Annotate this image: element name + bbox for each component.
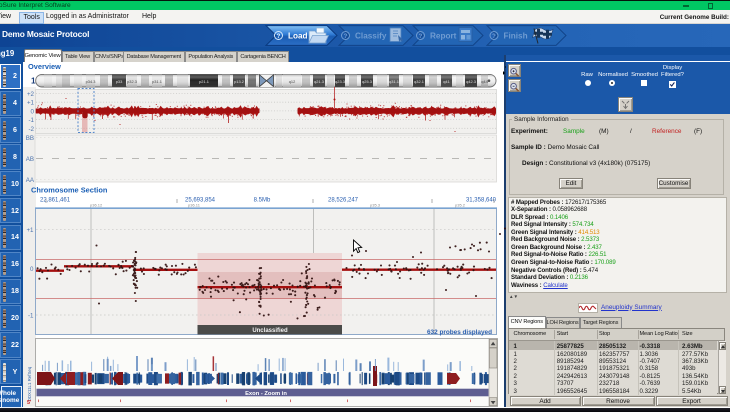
svg-text:p34.3: p34.3: [86, 79, 96, 84]
svg-text:q42.3: q42.3: [466, 79, 476, 84]
svg-text:-2: -2: [28, 126, 34, 133]
svg-text:5': 5': [27, 400, 32, 406]
svg-text:8.5Mb: 8.5Mb: [254, 198, 271, 204]
svg-text:p31.1: p31.1: [152, 79, 162, 84]
svg-text:0: 0: [31, 108, 35, 115]
svg-text:q23.3: q23.3: [335, 79, 345, 84]
svg-text:28,526,247: 28,526,247: [328, 198, 359, 204]
svg-text:q21.3: q21.3: [314, 79, 324, 84]
svg-text:0: 0: [30, 266, 34, 273]
svg-text:Report: Report: [430, 32, 457, 41]
svg-text:q25.3: q25.3: [362, 79, 372, 84]
svg-text:Exon - Zoom in: Exon - Zoom in: [245, 391, 287, 397]
svg-text:Unclassified: Unclassified: [252, 328, 288, 334]
svg-text:q32.1: q32.1: [414, 79, 424, 84]
svg-text:Finish: Finish: [504, 32, 528, 41]
svg-text:p35.3: p35.3: [370, 203, 381, 208]
svg-text:p33: p33: [116, 79, 123, 84]
svg-text:p32.3: p32.3: [127, 79, 137, 84]
svg-text:Classify: Classify: [355, 32, 387, 41]
svg-text:p36.12: p36.12: [90, 203, 103, 208]
svg-text:+1: +1: [27, 100, 35, 107]
svg-text:DDX11L1 RefSeq: DDX11L1 RefSeq: [27, 366, 32, 401]
svg-text:?: ?: [277, 34, 281, 40]
svg-text:q41: q41: [443, 79, 450, 84]
svg-text:?: ?: [419, 34, 423, 40]
svg-text:q31.1: q31.1: [389, 79, 399, 84]
svg-text:+1: +1: [26, 227, 34, 234]
svg-text:632 probes displayed: 632 probes displayed: [427, 329, 492, 336]
svg-text:AA: AA: [26, 177, 35, 184]
svg-text:+2: +2: [27, 91, 35, 98]
svg-text:?: ?: [492, 34, 496, 40]
svg-text:BB: BB: [26, 135, 34, 142]
svg-text:p13.2: p13.2: [234, 79, 244, 84]
svg-text:Load: Load: [288, 32, 308, 41]
svg-text:p21.1: p21.1: [199, 79, 209, 84]
svg-text:?: ?: [344, 34, 348, 40]
svg-text:AB: AB: [26, 156, 34, 163]
svg-text:22,861,461: 22,861,461: [40, 198, 71, 204]
svg-text:p36.11: p36.11: [188, 203, 201, 208]
svg-text:-1: -1: [28, 117, 34, 124]
svg-text:31,358,640: 31,358,640: [466, 198, 497, 204]
svg-text:p35.2: p35.2: [455, 203, 466, 208]
svg-text:q44: q44: [481, 79, 488, 84]
svg-text:-1: -1: [28, 313, 34, 320]
svg-text:q12: q12: [289, 79, 296, 84]
svg-text:Overview: Overview: [28, 62, 61, 71]
svg-text:Chromosome Section: Chromosome Section: [31, 186, 108, 195]
svg-text:1: 1: [31, 77, 36, 86]
